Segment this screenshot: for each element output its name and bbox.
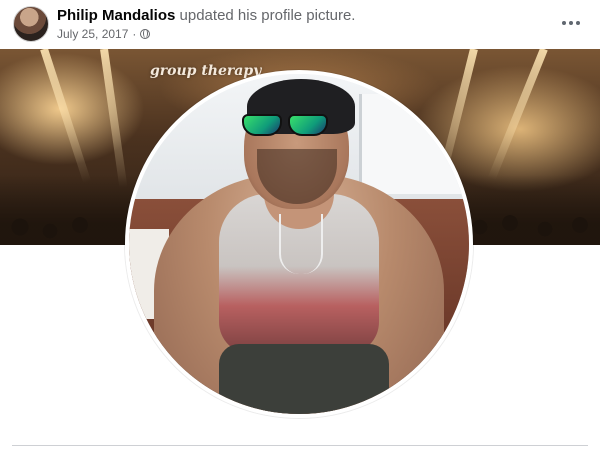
stage-light [100, 49, 128, 189]
post-divider [12, 445, 588, 446]
more-horizontal-icon [562, 21, 566, 25]
more-options-button[interactable] [558, 11, 584, 35]
profile-picture[interactable] [125, 70, 473, 418]
photo-background-window [359, 94, 462, 194]
author-avatar[interactable] [13, 6, 49, 42]
stage-light [40, 49, 92, 184]
author-name-link[interactable]: Philip Mandalios [57, 7, 175, 24]
post-action-text: updated his profile picture. [179, 7, 356, 24]
stage-light [487, 49, 548, 181]
person-necklace [279, 214, 323, 274]
globe-icon[interactable] [140, 29, 151, 39]
sunglasses [242, 114, 332, 136]
post-meta: July 25, 2017 · [57, 27, 151, 41]
post-header-line: Philip Mandalios updated his profile pic… [57, 7, 355, 24]
meta-separator: · [132, 27, 137, 41]
post-header: Philip Mandalios updated his profile pic… [0, 0, 600, 46]
person-shorts [219, 344, 389, 414]
post-date-link[interactable]: July 25, 2017 [57, 27, 128, 41]
